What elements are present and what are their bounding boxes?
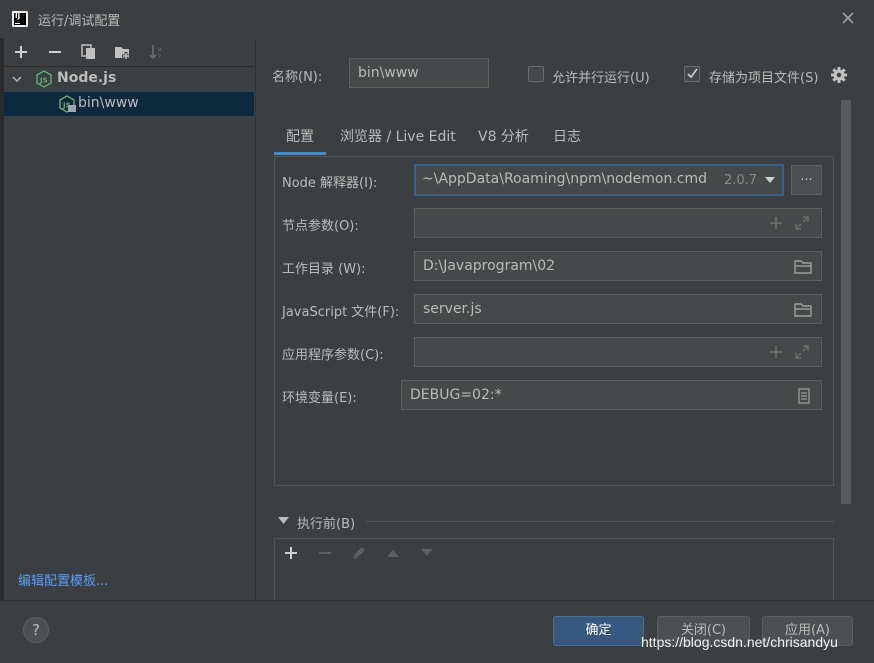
node-interpreter-combobox[interactable]: ~\AppData\Roaming\npm\nodemon.cmd 2.0.7 (414, 164, 784, 196)
node-params-input[interactable] (414, 208, 822, 238)
js-file-value: server.js (423, 301, 482, 317)
tab-browser-live-edit[interactable]: 浏览器 / Live Edit (340, 126, 456, 146)
window-title: 运行/调试配置 (38, 14, 121, 29)
working-dir-input[interactable]: D:\Javaprogram\02 (414, 251, 822, 281)
allow-parallel-checkbox[interactable] (528, 66, 544, 82)
watermark-text: https://blog.csdn.net/chrisandyu (641, 634, 838, 650)
allow-parallel-label: 允许并行运行(U) (552, 71, 650, 86)
node-version: 2.0.7 (724, 173, 758, 188)
add-icon[interactable] (284, 546, 298, 560)
tab-config[interactable]: 配置 (286, 126, 314, 146)
node-interpreter-value: ~\AppData\Roaming\npm\nodemon.cmd (422, 171, 707, 187)
folder-icon[interactable] (794, 303, 812, 317)
tree-node-nodejs[interactable]: JS Node.js (4, 68, 254, 90)
add-icon[interactable] (12, 43, 30, 61)
add-icon[interactable] (769, 345, 783, 359)
dropdown-arrow-icon[interactable] (764, 176, 776, 184)
name-input[interactable]: bin\www (349, 58, 489, 88)
svg-text:z: z (158, 53, 161, 60)
remove-icon[interactable] (318, 546, 332, 560)
title-bar (0, 0, 874, 38)
tree-node-binwww[interactable]: JS bin\www (4, 92, 254, 116)
folder-icon[interactable] (794, 260, 812, 274)
store-as-file-checkbox[interactable] (684, 66, 700, 82)
move-down-icon[interactable] (420, 548, 434, 558)
js-file-label: JavaScript 文件(F): (282, 305, 400, 320)
name-label: 名称(N): (272, 70, 323, 85)
new-folder-icon[interactable] (114, 43, 132, 61)
expand-icon[interactable] (795, 216, 809, 230)
copy-icon[interactable] (80, 43, 98, 61)
splitter[interactable] (255, 38, 256, 600)
env-vars-input[interactable]: DEBUG=02:* (401, 380, 822, 410)
app-params-label: 应用程序参数(C): (282, 348, 384, 363)
tab-logs[interactable]: 日志 (553, 126, 581, 146)
nodejs-icon: JS (36, 70, 52, 88)
env-vars-label: 环境变量(E): (282, 391, 357, 406)
tab-v8-profiling[interactable]: V8 分析 (478, 126, 529, 146)
separator (366, 521, 834, 522)
store-as-file-label: 存储为项目文件(S) (709, 71, 819, 86)
before-launch-toolbar (274, 538, 834, 568)
config-tree-pane (4, 38, 254, 600)
node-params-label: 节点参数(O): (282, 219, 359, 234)
sort-icon[interactable]: a z (148, 43, 166, 61)
before-launch-label[interactable]: 执行前(B) (297, 513, 355, 532)
tree-label-binwww: bin\www (78, 95, 139, 111)
close-icon[interactable] (840, 10, 856, 26)
chevron-down-icon[interactable] (12, 74, 22, 84)
env-vars-value: DEBUG=02:* (410, 387, 502, 403)
working-dir-value: D:\Javaprogram\02 (423, 258, 556, 274)
add-icon[interactable] (769, 216, 783, 230)
js-file-input[interactable]: server.js (414, 294, 822, 324)
app-params-input[interactable] (414, 337, 822, 367)
svg-text:JS: JS (39, 77, 48, 85)
node-interpreter-label: Node 解释器(I): (282, 176, 378, 191)
expand-icon[interactable] (795, 345, 809, 359)
browse-interpreter-button[interactable]: ... (791, 165, 822, 195)
working-dir-label: 工作目录 (W): (282, 262, 366, 277)
document-icon[interactable] (798, 388, 810, 404)
gear-icon[interactable] (830, 66, 848, 84)
svg-text:a: a (158, 46, 162, 53)
edit-icon[interactable] (351, 545, 367, 561)
vertical-scrollbar[interactable] (841, 100, 851, 504)
nodejs-config-icon: JS (59, 95, 76, 113)
ok-button[interactable]: 确定 (553, 616, 644, 646)
before-launch-list[interactable] (274, 567, 834, 600)
tree-label-nodejs: Node.js (57, 70, 117, 86)
remove-icon[interactable] (46, 43, 64, 61)
collapse-arrow-icon[interactable] (278, 517, 289, 525)
help-button[interactable]: ? (23, 617, 49, 643)
active-tab-indicator (274, 152, 326, 155)
intellij-app-icon: IJ (12, 11, 28, 27)
edit-templates-link[interactable]: 编辑配置模板... (18, 570, 108, 589)
move-up-icon[interactable] (386, 548, 400, 558)
checkmark-icon (687, 68, 698, 79)
